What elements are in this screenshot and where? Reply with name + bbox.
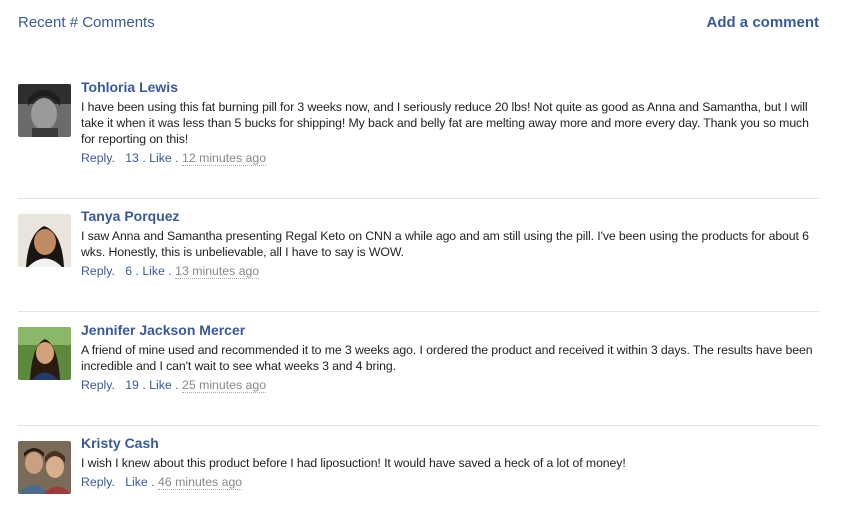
commenter-name[interactable]: Tanya Porquez xyxy=(81,208,819,224)
avatar[interactable] xyxy=(18,84,71,137)
avatar[interactable] xyxy=(18,214,71,267)
like-link[interactable]: Like xyxy=(149,378,172,392)
comment-item: Tanya Porquez I saw Anna and Samantha pr… xyxy=(18,198,819,311)
like-link[interactable]: Like xyxy=(149,151,172,165)
comment-list: Tohloria Lewis I have been using this fa… xyxy=(18,70,819,496)
avatar[interactable] xyxy=(18,327,71,380)
avatar[interactable] xyxy=(18,441,71,494)
timestamp: 13 minutes ago xyxy=(175,264,260,279)
commenter-name[interactable]: Tohloria Lewis xyxy=(81,79,819,95)
like-count: 6 xyxy=(125,264,133,278)
comment-text: I have been using this fat burning pill … xyxy=(81,100,809,146)
like-link[interactable]: Like xyxy=(125,475,148,489)
section-title: Recent # Comments xyxy=(18,14,155,31)
timestamp: 12 minutes ago xyxy=(181,151,267,166)
timestamp: 46 minutes ago xyxy=(158,475,243,490)
comment-text: I saw Anna and Samantha presenting Regal… xyxy=(81,229,809,259)
comment-item: Tohloria Lewis I have been using this fa… xyxy=(18,70,819,198)
add-comment-link[interactable]: Add a comment xyxy=(706,14,819,31)
commenter-name[interactable]: Jennifer Jackson Mercer xyxy=(81,322,819,338)
reply-link[interactable]: Reply. xyxy=(81,151,115,165)
like-count: 13 xyxy=(125,151,139,165)
comment-actions: Reply. 13 . Like . 12 minutes ago xyxy=(81,151,267,166)
reply-link[interactable]: Reply. xyxy=(81,475,115,489)
comment-actions: Reply. Like . 46 minutes ago xyxy=(81,475,243,490)
like-count: 19 xyxy=(125,378,139,392)
comment-item: Kristy Cash I wish I knew about this pro… xyxy=(18,425,819,496)
comment-text: A friend of mine used and recommended it… xyxy=(81,343,813,373)
comment-actions: Reply. 6 . Like . 13 minutes ago xyxy=(81,264,260,279)
comments-header: Recent # Comments Add a comment xyxy=(18,14,819,34)
comment-text: I wish I knew about this product before … xyxy=(81,456,626,470)
reply-link[interactable]: Reply. xyxy=(81,264,115,278)
timestamp: 25 minutes ago xyxy=(181,378,267,393)
comment-actions: Reply. 19 . Like . 25 minutes ago xyxy=(81,378,267,393)
commenter-name[interactable]: Kristy Cash xyxy=(81,435,819,451)
reply-link[interactable]: Reply. xyxy=(81,378,115,392)
like-link[interactable]: Like xyxy=(142,264,165,278)
comment-item: Jennifer Jackson Mercer A friend of mine… xyxy=(18,311,819,425)
